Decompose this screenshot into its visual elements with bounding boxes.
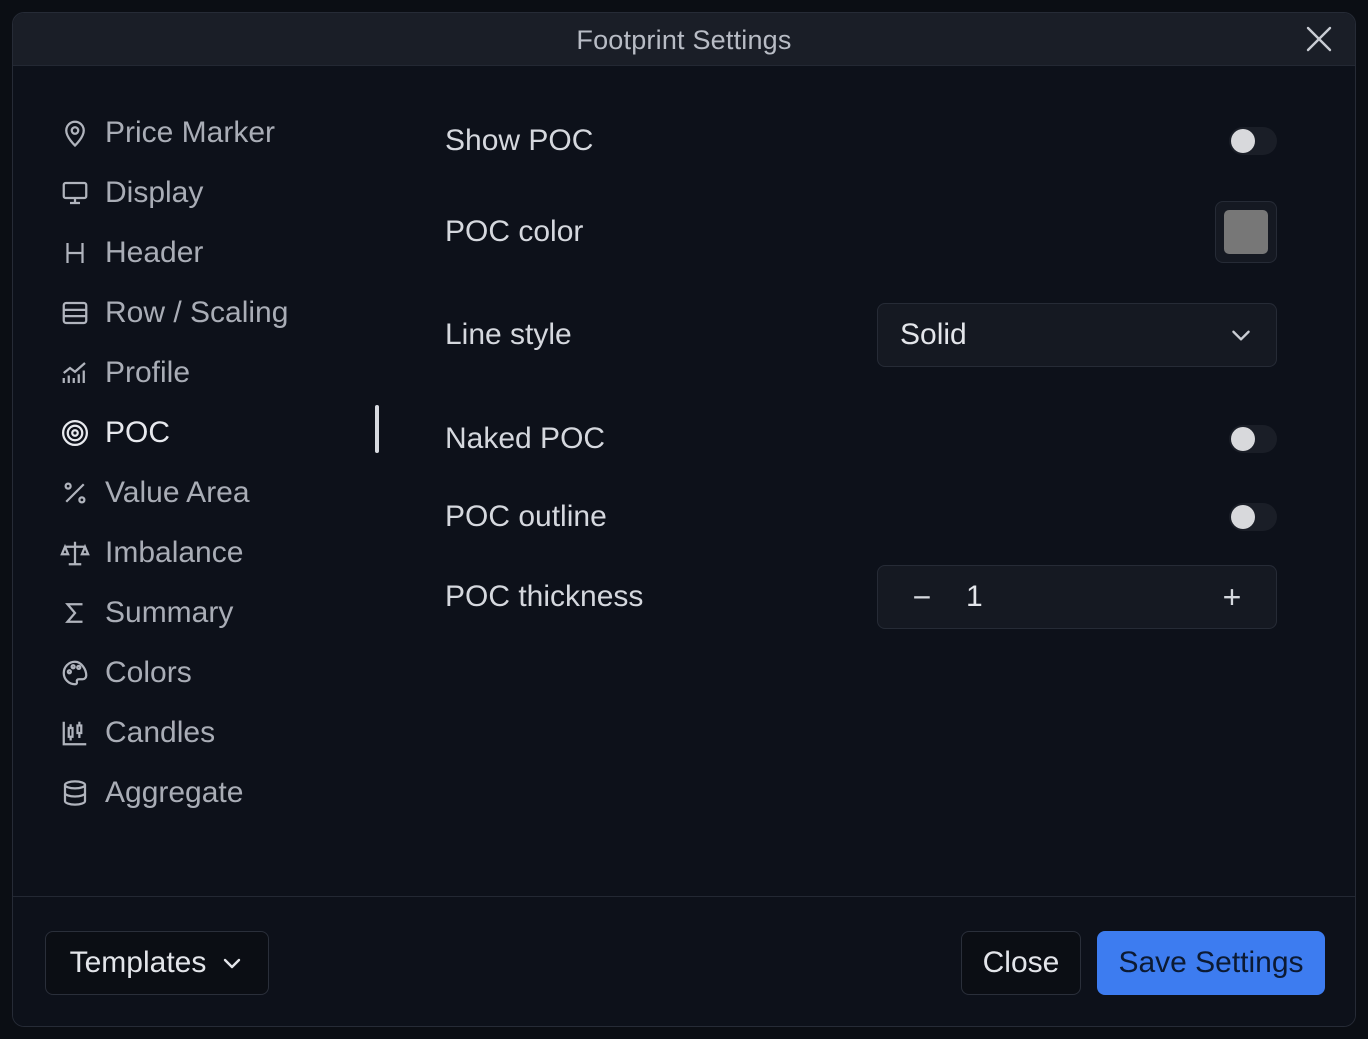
sidebar-item-imbalance[interactable]: Imbalance — [59, 523, 389, 583]
sidebar-item-label: Candles — [105, 716, 216, 749]
settings-sidebar: Price Marker Display Header Row / Scalin… — [59, 103, 389, 823]
chevron-down-icon — [1232, 330, 1250, 341]
sidebar-item-label: Header — [105, 236, 204, 269]
setting-naked-poc: Naked POC — [445, 419, 1277, 459]
palette-icon — [59, 657, 91, 689]
active-tab-indicator — [375, 405, 379, 453]
sidebar-item-poc[interactable]: POC — [59, 403, 389, 463]
title-bar: Footprint Settings — [13, 13, 1355, 66]
line-style-select[interactable]: Solid — [877, 303, 1277, 367]
dialog-footer: Templates Close Save Settings — [13, 896, 1355, 1026]
sidebar-item-price-marker[interactable]: Price Marker — [59, 103, 389, 163]
setting-show-poc: Show POC — [445, 121, 1277, 161]
increment-button[interactable]: + — [1188, 565, 1276, 629]
target-icon — [59, 417, 91, 449]
sidebar-item-header[interactable]: Header — [59, 223, 389, 283]
candles-icon — [59, 717, 91, 749]
sidebar-item-colors[interactable]: Colors — [59, 643, 389, 703]
color-swatch — [1224, 210, 1268, 254]
line-style-value: Solid — [900, 318, 967, 351]
percent-icon — [59, 477, 91, 509]
setting-poc-thickness: POC thickness − 1 + — [445, 565, 1277, 629]
rows-icon — [59, 297, 91, 329]
sidebar-item-label: Imbalance — [105, 536, 244, 569]
naked-poc-label: Naked POC — [445, 422, 606, 455]
dialog-title: Footprint Settings — [576, 25, 792, 55]
sidebar-item-summary[interactable]: Summary — [59, 583, 389, 643]
sidebar-item-label: Aggregate — [105, 776, 244, 809]
sidebar-item-aggregate[interactable]: Aggregate — [59, 763, 389, 823]
poc-outline-label: POC outline — [445, 500, 607, 533]
poc-thickness-value[interactable]: 1 — [966, 580, 1188, 614]
show-poc-label: Show POC — [445, 124, 594, 157]
poc-color-label: POC color — [445, 215, 584, 248]
monitor-icon — [59, 177, 91, 209]
sidebar-item-label: Colors — [105, 656, 192, 689]
sidebar-item-row-scaling[interactable]: Row / Scaling — [59, 283, 389, 343]
settings-dialog: Footprint Settings Price Marker Display … — [12, 12, 1356, 1027]
poc-color-picker[interactable] — [1215, 201, 1277, 263]
naked-poc-toggle[interactable] — [1229, 425, 1277, 453]
show-poc-toggle[interactable] — [1229, 127, 1277, 155]
sidebar-item-label: Price Marker — [105, 116, 276, 149]
sidebar-item-label: Profile — [105, 356, 191, 389]
sidebar-item-label: POC — [105, 416, 171, 449]
heading-icon — [59, 237, 91, 269]
sidebar-item-display[interactable]: Display — [59, 163, 389, 223]
sidebar-item-label: Summary — [105, 596, 234, 629]
database-icon — [59, 777, 91, 809]
sidebar-item-value-area[interactable]: Value Area — [59, 463, 389, 523]
templates-label: Templates — [69, 946, 207, 979]
decrement-button[interactable]: − — [878, 565, 966, 629]
poc-outline-toggle[interactable] — [1229, 503, 1277, 531]
scale-icon — [59, 537, 91, 569]
bar-chart-icon — [59, 357, 91, 389]
setting-line-style: Line style Solid — [445, 303, 1277, 367]
line-style-label: Line style — [445, 318, 572, 351]
poc-thickness-label: POC thickness — [445, 580, 644, 613]
map-pin-icon — [59, 117, 91, 149]
sidebar-item-label: Row / Scaling — [105, 296, 289, 329]
setting-poc-color: POC color — [445, 201, 1277, 263]
sidebar-item-profile[interactable]: Profile — [59, 343, 389, 403]
sidebar-item-label: Value Area — [105, 476, 250, 509]
sidebar-item-label: Display — [105, 176, 204, 209]
sidebar-item-candles[interactable]: Candles — [59, 703, 389, 763]
setting-poc-outline: POC outline — [445, 497, 1277, 537]
close-icon[interactable] — [1305, 25, 1333, 53]
templates-button[interactable]: Templates — [45, 931, 269, 995]
close-button[interactable]: Close — [961, 931, 1081, 995]
chevron-down-icon — [224, 958, 241, 969]
save-settings-button[interactable]: Save Settings — [1097, 931, 1325, 995]
poc-thickness-stepper: − 1 + — [877, 565, 1277, 629]
sigma-icon — [59, 597, 91, 629]
